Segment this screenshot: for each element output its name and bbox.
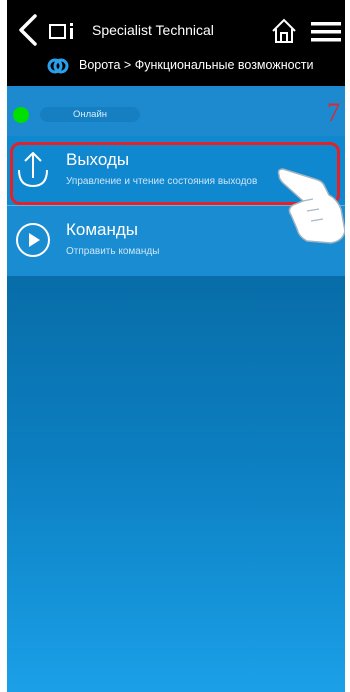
item-description: Отправить команды bbox=[66, 246, 160, 257]
home-icon[interactable] bbox=[271, 18, 297, 44]
back-icon[interactable] bbox=[13, 12, 43, 48]
play-icon bbox=[16, 223, 50, 257]
breadcrumb[interactable]: Ворота > Функциональные возможности bbox=[79, 58, 314, 72]
app-screen: Specialist Technical Ворота > Функционал… bbox=[7, 0, 345, 692]
status-bar: Онлайн bbox=[7, 86, 345, 136]
pointing-hand-icon bbox=[277, 168, 345, 244]
header: Specialist Technical Ворота > Функционал… bbox=[7, 0, 345, 86]
title-row: Specialist Technical bbox=[7, 8, 345, 54]
item-label: Команды bbox=[66, 220, 139, 239]
status-badge: Онлайн bbox=[40, 107, 140, 122]
content-background bbox=[7, 276, 345, 692]
menu-icon[interactable] bbox=[311, 21, 341, 43]
device-icon bbox=[49, 23, 73, 39]
link-icon bbox=[47, 58, 69, 74]
breadcrumb-row: Ворота > Функциональные возможности bbox=[7, 52, 345, 82]
step-number-annotation: 7 bbox=[327, 98, 340, 127]
app-title: Specialist Technical bbox=[92, 22, 214, 38]
status-indicator bbox=[13, 107, 29, 123]
